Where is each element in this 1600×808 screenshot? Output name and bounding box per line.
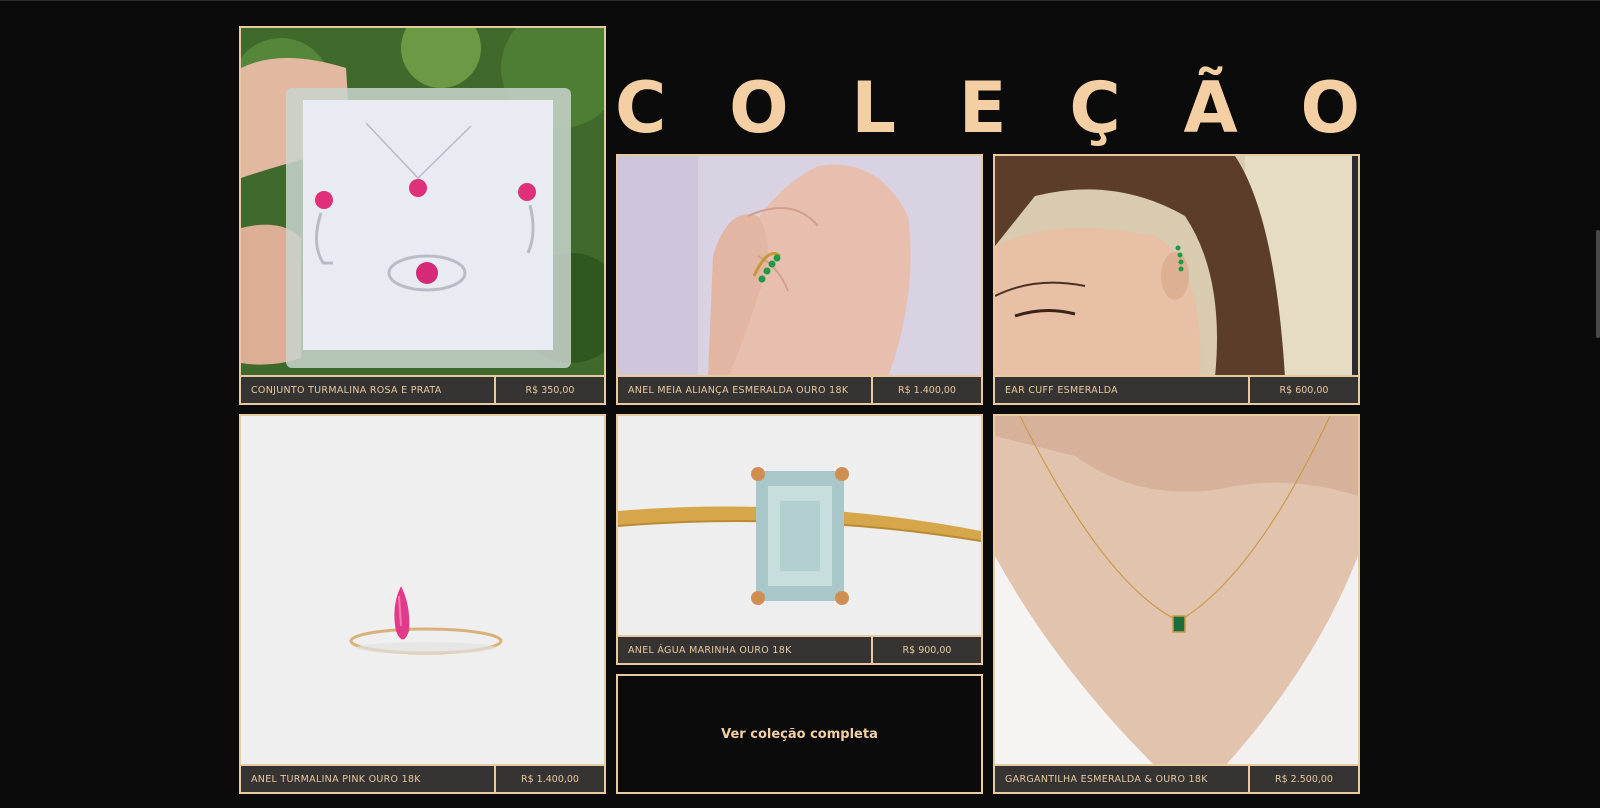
heading-letter: Ã: [1183, 67, 1238, 149]
product-image: [995, 156, 1358, 377]
heading-letter: Ç: [1069, 67, 1121, 149]
product-card[interactable]: EAR CUFF ESMERALDA R$ 600,00: [993, 154, 1360, 405]
product-card[interactable]: ANEL MEIA ALIANÇA ESMERALDA OURO 18K R$ …: [616, 154, 983, 405]
product-name[interactable]: ANEL MEIA ALIANÇA ESMERALDA OURO 18K: [618, 377, 871, 403]
collection-heading: C O L E Ç Ã O: [615, 68, 1360, 148]
product-price: R$ 900,00: [871, 637, 981, 663]
heading-letter: E: [958, 67, 1007, 149]
heading-letter: C: [615, 67, 667, 149]
product-caption: ANEL MEIA ALIANÇA ESMERALDA OURO 18K R$ …: [618, 375, 981, 403]
view-full-collection-button[interactable]: Ver coleção completa: [616, 674, 983, 794]
product-image: [618, 416, 981, 637]
product-price: R$ 2.500,00: [1248, 766, 1358, 792]
product-card[interactable]: ANEL ÁGUA MARINHA OURO 18K R$ 900,00: [616, 414, 983, 665]
scrollbar-thumb[interactable]: [1596, 230, 1600, 338]
product-caption: CONJUNTO TURMALINA ROSA E PRATA R$ 350,0…: [241, 375, 604, 403]
product-caption: GARGANTILHA ESMERALDA & OURO 18K R$ 2.50…: [995, 764, 1358, 792]
heading-letter: O: [729, 67, 789, 149]
product-name[interactable]: EAR CUFF ESMERALDA: [995, 377, 1248, 403]
heading-letter: O: [1300, 67, 1360, 149]
product-caption: ANEL TURMALINA PINK OURO 18K R$ 1.400,00: [241, 764, 604, 792]
product-card[interactable]: GARGANTILHA ESMERALDA & OURO 18K R$ 2.50…: [993, 414, 1360, 794]
product-image: [995, 416, 1358, 766]
product-card[interactable]: ANEL TURMALINA PINK OURO 18K R$ 1.400,00: [239, 414, 606, 794]
top-divider: [0, 0, 1600, 1]
product-image: [241, 28, 604, 377]
product-card[interactable]: CONJUNTO TURMALINA ROSA E PRATA R$ 350,0…: [239, 26, 606, 405]
product-price: R$ 1.400,00: [494, 766, 604, 792]
heading-letter: L: [851, 67, 897, 149]
product-caption: ANEL ÁGUA MARINHA OURO 18K R$ 900,00: [618, 635, 981, 663]
product-image: [618, 156, 981, 377]
product-name[interactable]: CONJUNTO TURMALINA ROSA E PRATA: [241, 377, 494, 403]
product-name[interactable]: GARGANTILHA ESMERALDA & OURO 18K: [995, 766, 1248, 792]
product-name[interactable]: ANEL ÁGUA MARINHA OURO 18K: [618, 637, 871, 663]
product-price: R$ 1.400,00: [871, 377, 981, 403]
product-image: [241, 416, 604, 766]
product-price: R$ 350,00: [494, 377, 604, 403]
product-price: R$ 600,00: [1248, 377, 1358, 403]
product-name[interactable]: ANEL TURMALINA PINK OURO 18K: [241, 766, 494, 792]
product-caption: EAR CUFF ESMERALDA R$ 600,00: [995, 375, 1358, 403]
